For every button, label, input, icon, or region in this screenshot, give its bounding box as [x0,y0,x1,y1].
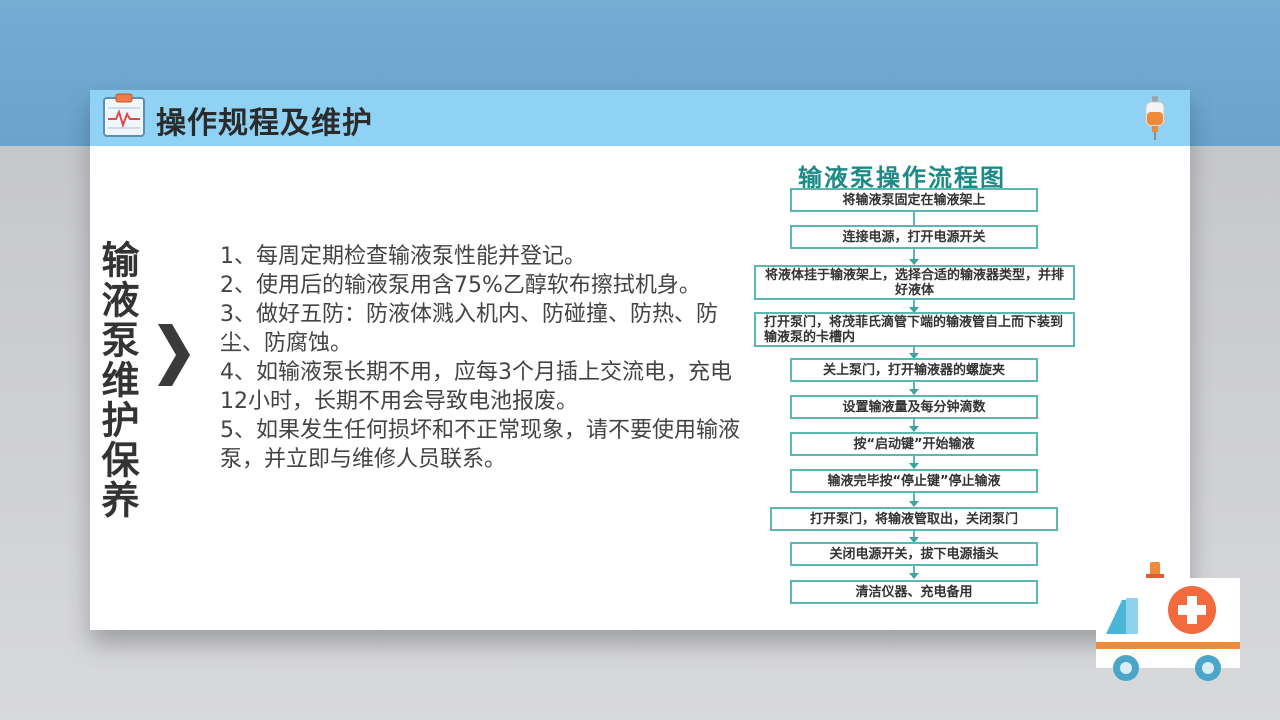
maintenance-item: 1、每周定期检查输液泵性能并登记。 [220,244,586,269]
slide-header: 操作规程及维护 [90,90,1190,146]
flowchart-step: 将输液泵固定在输液架上 [790,188,1038,212]
maintenance-item: 5、如果发生任何损坏和不正常现象，请不要使用输液泵，并立即与维修人员联系。 [220,418,740,472]
slide-card: 操作规程及维护 输液泵维护保养 1、每周定期检查输液泵性能并登记。 2、使用后的… [90,90,1190,630]
maintenance-item: 3、做好五防：防液体溅入机内、防碰撞、防热、防尘、防腐蚀。 [220,302,718,356]
flowchart-step: 连接电源，打开电源开关 [790,225,1038,249]
flowchart-arrow [909,566,919,579]
ambulance-icon [1096,562,1240,681]
flowchart-step: 清洁仪器、充电备用 [790,580,1038,604]
side-title: 输液泵维护保养 [95,240,139,520]
flowchart-step: 输液完毕按“停止键”停止输液 [790,469,1038,493]
maintenance-list: 1、每周定期检查输液泵性能并登记。 2、使用后的输液泵用含75%乙醇软布擦拭机身… [220,242,740,474]
flowchart-step: 将液体挂于输液架上，选择合适的输液器类型，并排好液体 [754,265,1075,300]
flowchart-arrow [909,493,919,507]
flowchart-arrow [909,249,919,265]
flowchart-step: 关闭电源开关，拔下电源插头 [790,542,1038,566]
flowchart-arrow [909,382,919,395]
chevron-right-icon [158,324,190,386]
clipboard-heartbeat-icon [103,93,145,137]
flowchart-step: 打开泵门，将茂菲氏滴管下端的输液管自上而下装到输液泵的卡槽内 [754,312,1075,347]
maintenance-item: 2、使用后的输液泵用含75%乙醇软布擦拭机身。 [220,273,701,298]
flowchart-arrow [909,419,919,432]
flowchart-arrow [909,456,919,469]
flowchart-step: 关上泵门，打开输液器的螺旋夹 [790,358,1038,382]
iv-drip-icon [1145,96,1165,140]
maintenance-item: 4、如输液泵长期不用，应每3个月插上交流电，充电12小时，长期不用会导致电池报废… [220,360,732,414]
page-title: 操作规程及维护 [156,106,373,141]
flowchart-step: 按“启动键”开始输液 [790,432,1038,456]
flowchart-step: 打开泵门，将输液管取出，关闭泵门 [770,507,1058,531]
flowchart-step: 设置输液量及每分钟滴数 [790,395,1038,419]
